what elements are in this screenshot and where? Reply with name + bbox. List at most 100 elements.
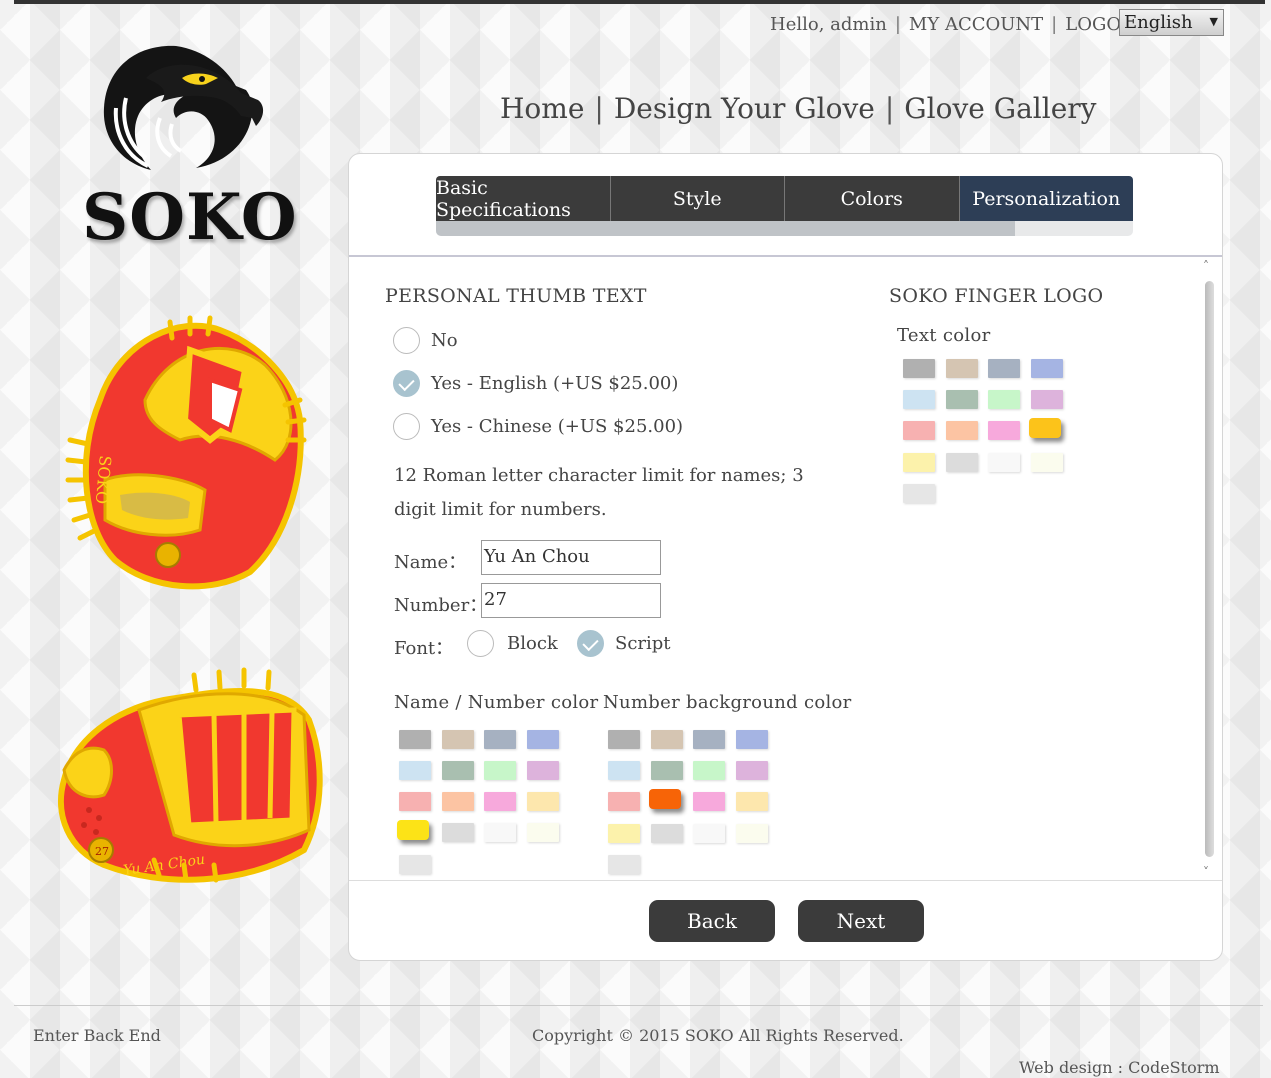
number-bg-color-swatch[interactable]: [693, 824, 725, 843]
name-number-color-swatch[interactable]: [484, 761, 516, 780]
thumb-option-chinese[interactable]: Yes - Chinese (+US $25.00): [393, 413, 683, 440]
finger-logo-color-swatch[interactable]: [903, 390, 935, 409]
glove-preview-back: SOKO: [65, 315, 307, 590]
number-bg-color-swatch[interactable]: [735, 824, 768, 843]
back-button[interactable]: Back: [649, 900, 775, 942]
my-account-link[interactable]: MY ACCOUNT: [909, 14, 1043, 35]
number-bg-color-swatch[interactable]: [608, 824, 640, 843]
radio-button[interactable]: [393, 413, 420, 440]
divider: [349, 255, 1222, 257]
name-number-color-swatch[interactable]: [399, 761, 431, 780]
finger-logo-color-swatch[interactable]: [988, 453, 1020, 472]
name-number-color-swatch[interactable]: [484, 730, 516, 749]
number-bg-color-swatch[interactable]: [735, 730, 768, 749]
step-progress-bar: [436, 221, 1133, 236]
name-number-color-swatch[interactable]: [526, 792, 559, 811]
number-bg-color-swatch[interactable]: [608, 730, 640, 749]
name-number-color-title: Name / Number color: [394, 692, 599, 713]
radio-label: Yes - Chinese (+US $25.00): [431, 416, 684, 437]
number-bg-color-swatch[interactable]: [693, 730, 725, 749]
font-option-block[interactable]: Block: [467, 630, 558, 657]
number-label: Number：: [394, 595, 488, 616]
name-number-color-swatch[interactable]: [397, 820, 429, 840]
tab-style[interactable]: Style: [610, 176, 785, 221]
name-number-color-swatch[interactable]: [526, 823, 559, 842]
number-input[interactable]: 27: [481, 583, 661, 618]
name-number-color-swatch[interactable]: [441, 761, 474, 780]
number-bg-color-swatch[interactable]: [608, 855, 640, 874]
back-end-link[interactable]: Enter Back End: [33, 1026, 161, 1045]
radio-button[interactable]: [393, 370, 420, 397]
name-number-color-swatch[interactable]: [399, 792, 431, 811]
finger-logo-color-swatch[interactable]: [903, 484, 935, 503]
number-bg-color-swatch[interactable]: [608, 792, 640, 811]
number-bg-color-swatch[interactable]: [735, 761, 768, 780]
finger-logo-color-swatches: [903, 359, 1063, 503]
finger-logo-color-swatch[interactable]: [1030, 390, 1063, 409]
progress-fill: [436, 221, 1015, 236]
number-bg-color-swatch[interactable]: [693, 761, 725, 780]
scrollbar-thumb[interactable]: [1205, 281, 1214, 857]
name-number-color-swatch[interactable]: [441, 730, 474, 749]
nav-glove-gallery[interactable]: Glove Gallery: [904, 92, 1096, 125]
language-select[interactable]: English ▼: [1119, 9, 1224, 36]
finger-logo-color-swatch[interactable]: [903, 453, 935, 472]
name-number-color-swatch[interactable]: [526, 761, 559, 780]
thumb-option-english[interactable]: Yes - English (+US $25.00): [393, 370, 678, 397]
finger-logo-color-swatch[interactable]: [945, 421, 978, 440]
radio-button[interactable]: [577, 630, 604, 657]
finger-logo-title: SOKO FINGER LOGO: [889, 285, 1104, 307]
name-number-color-swatch[interactable]: [484, 823, 516, 842]
name-number-color-swatch[interactable]: [526, 730, 559, 749]
divider: [349, 880, 1222, 881]
main-nav: Home | Design Your Glove | Glove Gallery: [500, 92, 1097, 125]
nav-design-your-glove[interactable]: Design Your Glove: [614, 92, 875, 125]
finger-logo-color-swatch[interactable]: [988, 359, 1020, 378]
number-bg-color-swatch[interactable]: [650, 824, 683, 843]
finger-logo-color-swatch[interactable]: [1030, 453, 1063, 472]
finger-logo-color-swatch[interactable]: [903, 421, 935, 440]
number-bg-color-swatch[interactable]: [648, 789, 681, 809]
number-bg-color-swatch[interactable]: [650, 730, 683, 749]
chevron-down-icon[interactable]: ˅: [1203, 865, 1209, 879]
name-number-color-swatch[interactable]: [399, 730, 431, 749]
finger-logo-color-swatch[interactable]: [903, 359, 935, 378]
number-bg-color-swatch[interactable]: [650, 761, 683, 780]
finger-logo-color-swatch[interactable]: [988, 390, 1020, 409]
name-input[interactable]: Yu An Chou: [481, 540, 661, 575]
finger-logo-color-swatch[interactable]: [988, 421, 1020, 440]
radio-button[interactable]: [393, 327, 420, 354]
finger-logo-color-swatch[interactable]: [1030, 359, 1063, 378]
finger-logo-color-swatch[interactable]: [945, 453, 978, 472]
language-value: English: [1124, 12, 1193, 33]
user-bar: Hello, admin | MY ACCOUNT | LOGOUT: [770, 12, 1148, 36]
radio-button[interactable]: [467, 630, 494, 657]
finger-logo-color-swatch[interactable]: [945, 359, 978, 378]
nav-home[interactable]: Home: [500, 92, 584, 125]
font-option-script[interactable]: Script: [577, 630, 671, 657]
finger-logo-color-swatch[interactable]: [1028, 418, 1061, 438]
thumb-option-no[interactable]: No: [393, 327, 458, 354]
name-number-color-swatch[interactable]: [441, 792, 474, 811]
top-border: [14, 0, 1265, 4]
chevron-up-icon[interactable]: ˄: [1203, 259, 1209, 273]
scrollbar[interactable]: ˄ ˅: [1201, 259, 1219, 879]
tab-colors[interactable]: Colors: [785, 176, 960, 221]
number-bg-color-swatch[interactable]: [608, 761, 640, 780]
number-bg-color-swatch[interactable]: [735, 792, 768, 811]
separator: |: [894, 13, 901, 35]
name-number-color-swatch[interactable]: [441, 823, 474, 842]
number-bg-color-swatch[interactable]: [693, 792, 725, 811]
tab-basic-specifications[interactable]: Basic Specifications: [436, 176, 611, 221]
tab-personalization[interactable]: Personalization: [959, 176, 1133, 221]
finger-logo-color-swatch[interactable]: [945, 390, 978, 409]
glove-preview-front: 27 Yu An Chou: [57, 667, 323, 883]
next-button[interactable]: Next: [798, 900, 924, 942]
customizer-panel: Basic Specifications Style Colors Person…: [348, 153, 1223, 961]
name-number-color-swatch[interactable]: [484, 792, 516, 811]
logo-text: SOKO: [82, 180, 298, 255]
separator: |: [1051, 13, 1058, 35]
separator: |: [884, 92, 895, 125]
name-number-color-swatch[interactable]: [399, 855, 431, 874]
radio-label: No: [431, 330, 458, 351]
